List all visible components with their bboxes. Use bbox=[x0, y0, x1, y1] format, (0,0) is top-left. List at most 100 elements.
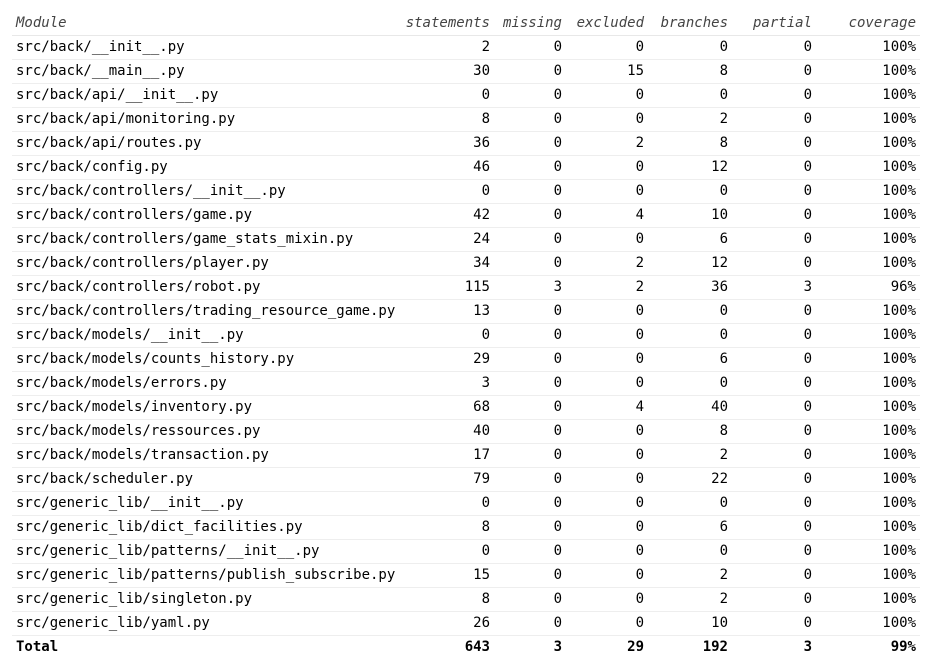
module-link[interactable]: src/generic_lib/dict_facilities.py bbox=[12, 515, 400, 540]
partial-cell: 0 bbox=[732, 347, 816, 372]
excluded-cell: 2 bbox=[566, 131, 648, 156]
branches-cell: 6 bbox=[648, 347, 732, 372]
partial-cell: 0 bbox=[732, 107, 816, 132]
coverage-cell: 100% bbox=[816, 131, 920, 156]
excluded-cell: 0 bbox=[566, 227, 648, 252]
missing-cell: 0 bbox=[494, 491, 566, 516]
module-link[interactable]: src/generic_lib/patterns/publish_subscri… bbox=[12, 563, 400, 588]
missing-cell: 0 bbox=[494, 131, 566, 156]
statements-cell: 8 bbox=[400, 107, 494, 132]
branches-cell: 40 bbox=[648, 395, 732, 420]
module-link[interactable]: src/back/config.py bbox=[12, 155, 400, 180]
total-branches: 192 bbox=[648, 635, 732, 659]
partial-cell: 0 bbox=[732, 323, 816, 348]
coverage-cell: 100% bbox=[816, 107, 920, 132]
branches-cell: 8 bbox=[648, 131, 732, 156]
module-link[interactable]: src/back/models/__init__.py bbox=[12, 323, 400, 348]
table-row: src/back/controllers/game_stats_mixin.py… bbox=[12, 227, 920, 252]
header-branches[interactable]: branches bbox=[648, 12, 732, 36]
statements-cell: 29 bbox=[400, 347, 494, 372]
table-footer: Total 643 3 29 192 3 99% bbox=[12, 635, 920, 659]
coverage-cell: 100% bbox=[816, 443, 920, 468]
missing-cell: 0 bbox=[494, 251, 566, 276]
module-link[interactable]: src/back/controllers/__init__.py bbox=[12, 179, 400, 204]
module-link[interactable]: src/back/models/inventory.py bbox=[12, 395, 400, 420]
branches-cell: 6 bbox=[648, 227, 732, 252]
module-link[interactable]: src/back/models/ressources.py bbox=[12, 419, 400, 444]
module-link[interactable]: src/back/scheduler.py bbox=[12, 467, 400, 492]
table-row: src/back/api/__init__.py 0 0 0 0 0 100% bbox=[12, 83, 920, 108]
module-link[interactable]: src/back/controllers/game.py bbox=[12, 203, 400, 228]
module-link[interactable]: src/back/api/__init__.py bbox=[12, 83, 400, 108]
module-link[interactable]: src/back/models/transaction.py bbox=[12, 443, 400, 468]
partial-cell: 0 bbox=[732, 83, 816, 108]
missing-cell: 0 bbox=[494, 395, 566, 420]
branches-cell: 0 bbox=[648, 83, 732, 108]
missing-cell: 0 bbox=[494, 467, 566, 492]
module-link[interactable]: src/generic_lib/__init__.py bbox=[12, 491, 400, 516]
partial-cell: 0 bbox=[732, 611, 816, 636]
table-row: src/back/controllers/player.py 34 0 2 12 0 100… bbox=[12, 251, 920, 276]
excluded-cell: 0 bbox=[566, 587, 648, 612]
module-link[interactable]: src/back/controllers/player.py bbox=[12, 251, 400, 276]
statements-cell: 30 bbox=[400, 59, 494, 84]
excluded-cell: 15 bbox=[566, 59, 648, 84]
statements-cell: 8 bbox=[400, 515, 494, 540]
statements-cell: 26 bbox=[400, 611, 494, 636]
module-link[interactable]: src/generic_lib/yaml.py bbox=[12, 611, 400, 636]
statements-cell: 34 bbox=[400, 251, 494, 276]
coverage-table: Module statements missing excluded branc… bbox=[12, 12, 920, 659]
coverage-cell: 100% bbox=[816, 203, 920, 228]
excluded-cell: 0 bbox=[566, 371, 648, 396]
table-row: src/back/scheduler.py 79 0 0 22 0 100% bbox=[12, 467, 920, 492]
table-row: src/back/__main__.py 30 0 15 8 0 100% bbox=[12, 59, 920, 84]
statements-cell: 24 bbox=[400, 227, 494, 252]
partial-cell: 0 bbox=[732, 155, 816, 180]
statements-cell: 68 bbox=[400, 395, 494, 420]
module-link[interactable]: src/generic_lib/patterns/__init__.py bbox=[12, 539, 400, 564]
module-link[interactable]: src/generic_lib/singleton.py bbox=[12, 587, 400, 612]
module-link[interactable]: src/back/controllers/robot.py bbox=[12, 275, 400, 300]
statements-cell: 0 bbox=[400, 539, 494, 564]
module-link[interactable]: src/back/__init__.py bbox=[12, 35, 400, 60]
header-module[interactable]: Module bbox=[12, 12, 400, 36]
partial-cell: 0 bbox=[732, 515, 816, 540]
branches-cell: 12 bbox=[648, 251, 732, 276]
missing-cell: 0 bbox=[494, 203, 566, 228]
table-row: src/back/models/transaction.py 17 0 0 2 0 100% bbox=[12, 443, 920, 468]
coverage-cell: 100% bbox=[816, 419, 920, 444]
header-coverage[interactable]: coverage bbox=[816, 12, 920, 36]
header-excluded[interactable]: excluded bbox=[566, 12, 648, 36]
partial-cell: 0 bbox=[732, 203, 816, 228]
statements-cell: 0 bbox=[400, 179, 494, 204]
module-link[interactable]: src/back/api/routes.py bbox=[12, 131, 400, 156]
statements-cell: 2 bbox=[400, 35, 494, 60]
coverage-cell: 100% bbox=[816, 347, 920, 372]
header-missing[interactable]: missing bbox=[494, 12, 566, 36]
header-partial[interactable]: partial bbox=[732, 12, 816, 36]
branches-cell: 0 bbox=[648, 299, 732, 324]
module-link[interactable]: src/back/api/monitoring.py bbox=[12, 107, 400, 132]
branches-cell: 10 bbox=[648, 203, 732, 228]
module-link[interactable]: src/back/models/errors.py bbox=[12, 371, 400, 396]
module-link[interactable]: src/back/controllers/trading_resource_ga… bbox=[12, 299, 400, 324]
statements-cell: 40 bbox=[400, 419, 494, 444]
excluded-cell: 0 bbox=[566, 347, 648, 372]
partial-cell: 0 bbox=[732, 131, 816, 156]
table-row: src/generic_lib/dict_facilities.py 8 0 0 6 0 1… bbox=[12, 515, 920, 540]
missing-cell: 0 bbox=[494, 563, 566, 588]
excluded-cell: 0 bbox=[566, 539, 648, 564]
table-row: src/generic_lib/yaml.py 26 0 0 10 0 100% bbox=[12, 611, 920, 636]
module-link[interactable]: src/back/__main__.py bbox=[12, 59, 400, 84]
statements-cell: 0 bbox=[400, 83, 494, 108]
statements-cell: 17 bbox=[400, 443, 494, 468]
missing-cell: 0 bbox=[494, 611, 566, 636]
module-link[interactable]: src/back/models/counts_history.py bbox=[12, 347, 400, 372]
module-link[interactable]: src/back/controllers/game_stats_mixin.py bbox=[12, 227, 400, 252]
statements-cell: 0 bbox=[400, 491, 494, 516]
missing-cell: 0 bbox=[494, 299, 566, 324]
partial-cell: 0 bbox=[732, 395, 816, 420]
total-excluded: 29 bbox=[566, 635, 648, 659]
header-statements[interactable]: statements bbox=[400, 12, 494, 36]
excluded-cell: 0 bbox=[566, 443, 648, 468]
